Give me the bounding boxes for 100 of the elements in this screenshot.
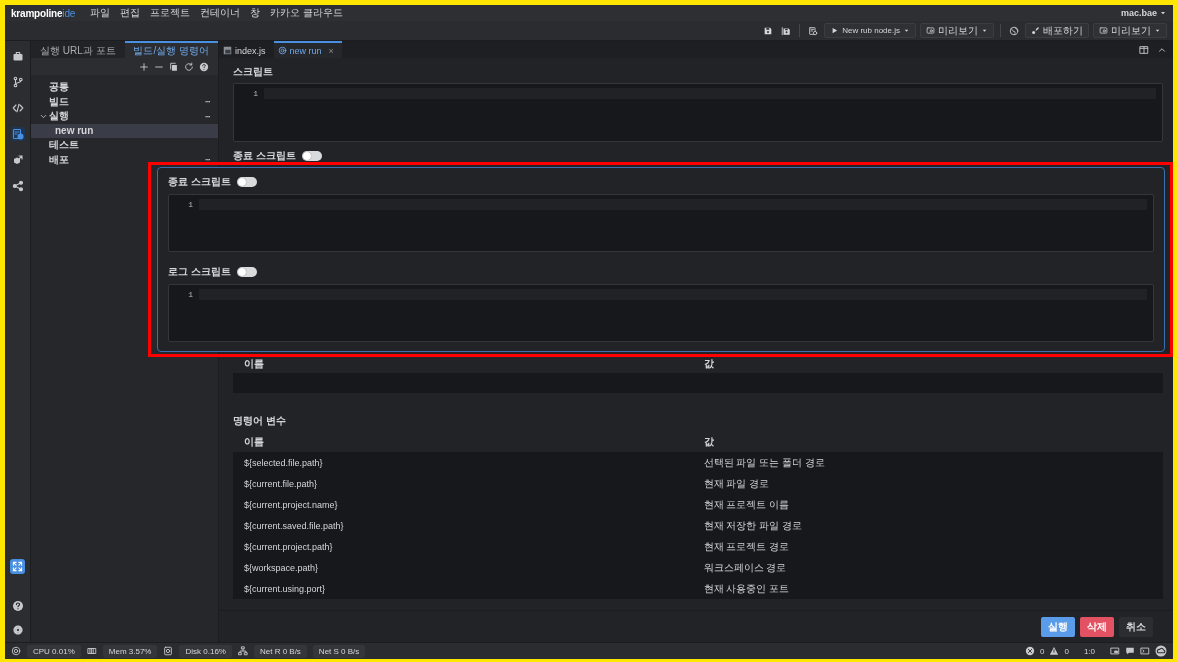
network-icon xyxy=(237,646,248,656)
user-menu[interactable]: mac.bae xyxy=(1120,8,1167,18)
table-cell-text: 현재 프로젝트 경로 xyxy=(703,539,791,554)
add-icon[interactable] xyxy=(139,61,149,72)
caret-icon xyxy=(981,27,988,34)
close-button[interactable]: × xyxy=(328,45,334,56)
error-count[interactable]: 0 xyxy=(1039,646,1045,656)
help-icon[interactable] xyxy=(11,600,24,612)
status-item: Mem 3.57% xyxy=(102,644,158,658)
tree-item[interactable]: 실행 ··· xyxy=(31,109,218,124)
split-view-icon[interactable] xyxy=(1139,44,1149,55)
more-menu[interactable]: ··· xyxy=(205,111,210,121)
status-item: CPU 0.01% xyxy=(27,644,81,658)
toggle-switch[interactable] xyxy=(301,151,322,161)
menu-item[interactable]: 카카오 클라우드 xyxy=(265,6,348,20)
line-number: 1 xyxy=(252,89,259,98)
menu-item[interactable]: 편집 xyxy=(115,6,146,20)
branch-icon xyxy=(11,76,24,88)
tree-item[interactable]: new run xyxy=(31,123,218,138)
tree-label: 실행 xyxy=(49,109,70,124)
save-all-icon xyxy=(781,25,792,36)
status-item: Net S 0 B/s xyxy=(312,644,366,658)
menu-item[interactable]: 컨테이너 xyxy=(195,6,246,20)
more-menu[interactable]: ··· xyxy=(205,155,210,165)
share-icon xyxy=(11,180,24,192)
tree-label: new run xyxy=(55,125,95,137)
cursor-position[interactable]: 1:0 xyxy=(1083,646,1095,656)
dropdown-button[interactable]: 미리보기 xyxy=(920,23,994,38)
memory-icon xyxy=(86,646,97,656)
activity-button[interactable] xyxy=(10,127,25,141)
table-cell-text: ${current.saved.file.path} xyxy=(244,520,345,531)
cancel-button[interactable]: 취소 xyxy=(1119,616,1153,637)
menu-item[interactable]: 창 xyxy=(245,6,266,20)
tree-item[interactable]: 테스트 xyxy=(31,138,218,153)
help-icon[interactable] xyxy=(199,61,209,72)
tree-item[interactable]: 공통 xyxy=(31,80,218,95)
table-cell-text: ${current.project.path} xyxy=(244,541,334,552)
terminal-icon[interactable] xyxy=(1140,646,1150,656)
section-label: 로그 스크립트 xyxy=(168,266,231,278)
more-menu[interactable]: ··· xyxy=(205,97,210,107)
table-cell-text: ${workspace.path} xyxy=(244,562,320,573)
pip-icon[interactable] xyxy=(1110,646,1120,656)
preview-icon xyxy=(1099,26,1108,35)
dropdown-button[interactable]: 미리보기 xyxy=(1093,23,1167,38)
refresh-icon[interactable] xyxy=(184,61,194,72)
tree-item[interactable]: 빌드 ··· xyxy=(31,94,218,109)
sidebar-tab[interactable]: 빌드/실행 명령어 xyxy=(124,41,218,58)
editor-tab[interactable]: new run × xyxy=(273,41,342,58)
toolbar-button[interactable]: 배포하기 xyxy=(1025,23,1089,38)
activity-button[interactable] xyxy=(10,101,25,115)
section-label: 스크립트 xyxy=(233,66,274,78)
code-editor[interactable]: 1 xyxy=(233,83,1163,142)
menu-item[interactable]: 프로젝트 xyxy=(145,6,196,20)
status-item: Net R 0 B/s xyxy=(253,644,307,658)
status-item: Disk 0.16% xyxy=(179,644,232,658)
cloud-icon[interactable] xyxy=(1155,645,1167,657)
table-cell-text: ${current.project.name} xyxy=(244,499,339,510)
run-config-icon xyxy=(11,128,24,140)
line-number: 1 xyxy=(187,200,194,209)
warning-count[interactable]: 0 xyxy=(1064,646,1069,656)
tree-item[interactable]: 배포 ··· xyxy=(31,152,218,167)
tree-label: 공통 xyxy=(49,80,70,95)
sidebar-tab[interactable]: 실행 URL과 포트 xyxy=(31,41,125,58)
expand-icon xyxy=(12,561,23,572)
table-cell-text: 현재 사용중인 포트 xyxy=(703,581,791,596)
play-icon xyxy=(830,26,840,35)
table-cell-text: 선택된 파일 또는 폴더 경로 xyxy=(703,455,826,470)
menu-item[interactable]: 파일 xyxy=(85,6,116,20)
toggle-switch[interactable] xyxy=(236,177,257,187)
cube-icon xyxy=(11,154,24,166)
app-logo: krampolineide xyxy=(11,7,76,19)
tree-label: 빌드 xyxy=(49,94,70,109)
tree-label: 배포 xyxy=(49,152,70,167)
tree-label: 테스트 xyxy=(49,138,80,153)
chat-icon[interactable] xyxy=(1125,646,1135,656)
save-icon xyxy=(763,25,774,36)
column-header: 값 xyxy=(703,435,715,449)
column-header: 이름 xyxy=(244,435,265,449)
expand-button[interactable] xyxy=(10,559,25,574)
caret-icon xyxy=(1159,9,1167,17)
editor-tab[interactable]: index.js xyxy=(219,41,274,58)
copy-icon[interactable] xyxy=(169,61,179,72)
table-cell-text: ${current.using.port} xyxy=(244,583,327,594)
caret-icon xyxy=(1154,27,1161,34)
delete-button[interactable]: 삭제 xyxy=(1080,616,1114,637)
dropdown-button[interactable]: New rub node.js xyxy=(824,23,916,38)
section-label: 명령어 변수 xyxy=(233,415,287,427)
caret-icon xyxy=(903,27,910,34)
warning-icon xyxy=(1049,646,1060,656)
js-file-icon xyxy=(223,46,232,55)
code-editor[interactable]: 1 xyxy=(168,284,1154,342)
briefcase-icon xyxy=(11,50,24,62)
code-editor[interactable]: 1 xyxy=(168,194,1154,252)
code-icon xyxy=(11,102,24,114)
table-cell-text: ${selected.file.path} xyxy=(244,457,324,468)
activity-button[interactable] xyxy=(10,179,25,193)
toggle-switch[interactable] xyxy=(236,267,257,277)
table-cell-text: ${current.file.path} xyxy=(244,478,319,489)
section-label: 종료 스크립트 xyxy=(233,150,296,162)
table-cell-text: 워크스페이스 경로 xyxy=(703,560,788,575)
